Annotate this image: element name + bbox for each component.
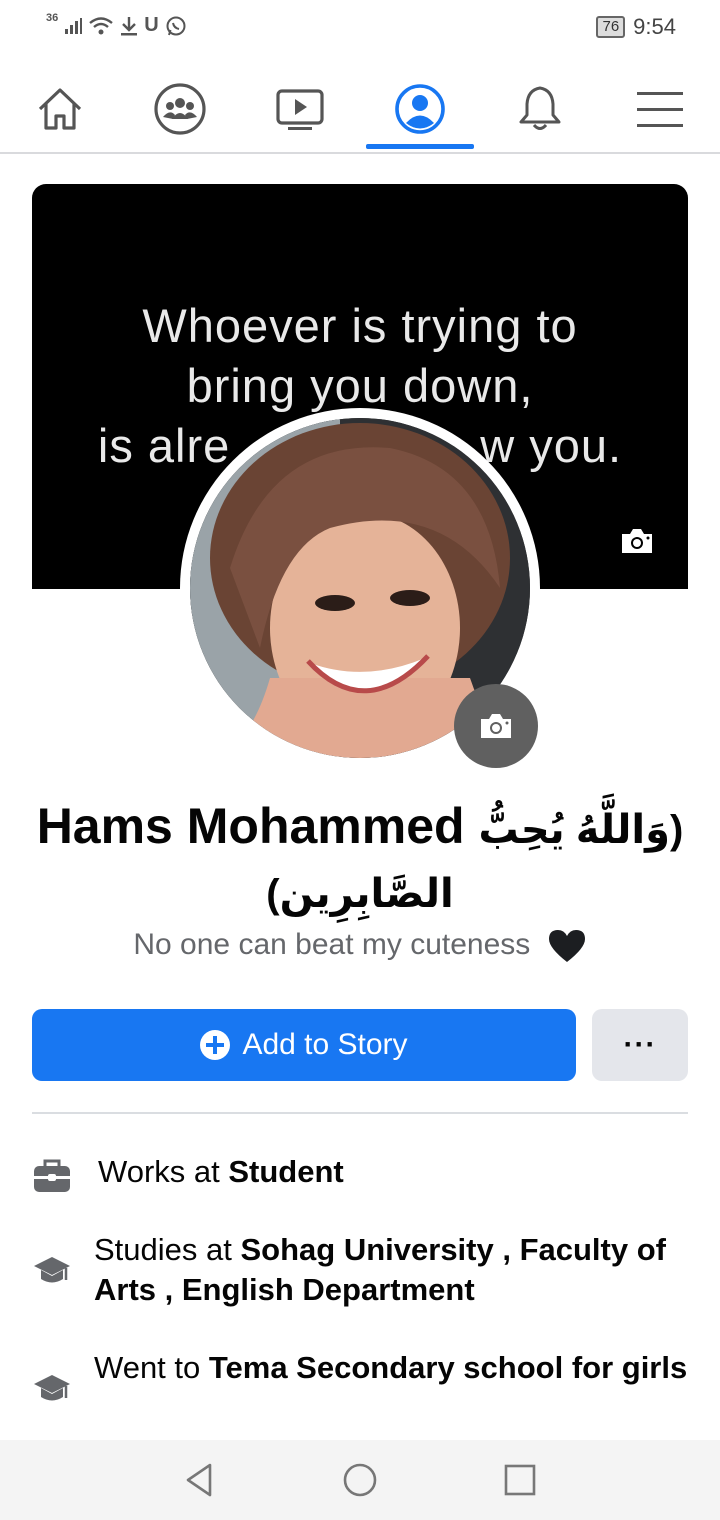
profile-name-en: Hams Mohammed xyxy=(36,798,465,854)
download-icon xyxy=(121,16,138,35)
nav-active-indicator xyxy=(366,144,474,149)
watch-icon xyxy=(276,89,324,130)
profile-name-ar: (وَاللَّهُ يُحِبُّ xyxy=(478,808,684,852)
detail-prefix: Studies at xyxy=(94,1232,232,1267)
detail-value: Student xyxy=(228,1154,344,1189)
detail-school[interactable]: Went to Tema Secondary school for girls xyxy=(32,1348,692,1408)
detail-prefix: Went to xyxy=(94,1350,201,1385)
graduation-cap-icon xyxy=(34,1375,70,1401)
detail-prefix: Works at xyxy=(98,1154,220,1189)
cover-quote-line: bring you down, xyxy=(186,359,534,412)
bio-text: No one can beat my cuteness xyxy=(133,928,531,961)
detail-study[interactable]: Studies at Sohag University , Faculty of… xyxy=(32,1230,692,1310)
nav-groups[interactable] xyxy=(140,74,220,144)
profile-icon xyxy=(395,84,445,134)
cover-quote-line: Whoever is trying to xyxy=(142,299,578,352)
detail-work[interactable]: Works at Student xyxy=(32,1150,692,1196)
nav-home[interactable] xyxy=(20,74,100,144)
menu-icon xyxy=(637,92,683,127)
notifications-icon xyxy=(519,86,561,130)
status-icons: 36 U xyxy=(46,11,187,37)
u-icon: U xyxy=(144,14,159,36)
back-icon[interactable] xyxy=(180,1460,220,1500)
camera-icon xyxy=(481,714,511,738)
top-nav xyxy=(0,62,720,154)
profile-bio: No one can beat my cuteness xyxy=(0,928,720,964)
nav-notifications[interactable] xyxy=(500,74,580,144)
add-to-story-button[interactable]: Add to Story xyxy=(32,1009,576,1081)
network-type: 36 xyxy=(46,11,59,24)
detail-value: Tema Secondary school for girls xyxy=(208,1350,688,1385)
groups-icon xyxy=(154,83,206,135)
nav-profile[interactable] xyxy=(380,74,460,144)
profile-name-ar: الصَّابِرِين) xyxy=(266,872,454,916)
detail-text: Studies at Sohag University , Faculty of… xyxy=(94,1230,692,1310)
nav-menu[interactable] xyxy=(620,74,700,144)
battery-indicator: 76 xyxy=(596,16,626,38)
black-heart-icon xyxy=(548,930,585,963)
clock: 9:54 xyxy=(633,14,676,39)
wifi-icon xyxy=(89,16,114,34)
plus-circle-icon xyxy=(200,1030,231,1060)
detail-text: Works at Student xyxy=(98,1152,344,1192)
status-right: 76 9:54 xyxy=(596,14,676,40)
whatsapp-icon xyxy=(166,16,186,35)
camera-icon[interactable] xyxy=(620,527,654,555)
home-button-icon[interactable] xyxy=(340,1460,380,1500)
briefcase-icon xyxy=(34,1159,70,1192)
add-to-story-label: Add to Story xyxy=(242,1028,408,1061)
system-nav-bar xyxy=(0,1440,720,1520)
recents-icon[interactable] xyxy=(500,1460,540,1500)
more-options-icon: ··· xyxy=(623,1028,657,1061)
graduation-cap-icon xyxy=(34,1257,70,1283)
signal-icon xyxy=(65,17,83,34)
cover-quote-fragment: w you. xyxy=(480,419,623,472)
detail-text: Went to Tema Secondary school for girls xyxy=(94,1348,687,1388)
status-bar: 36 U 76 9:54 xyxy=(0,0,720,56)
more-options-button[interactable]: ··· xyxy=(592,1009,688,1081)
divider xyxy=(32,1112,688,1114)
home-icon xyxy=(38,88,82,130)
cover-quote-fragment: is alre xyxy=(97,419,231,472)
profile-name: Hams Mohammed (وَاللَّهُ يُحِبُّ الصَّاب… xyxy=(20,796,700,924)
change-avatar-button[interactable] xyxy=(454,684,538,768)
nav-watch[interactable] xyxy=(260,74,340,144)
